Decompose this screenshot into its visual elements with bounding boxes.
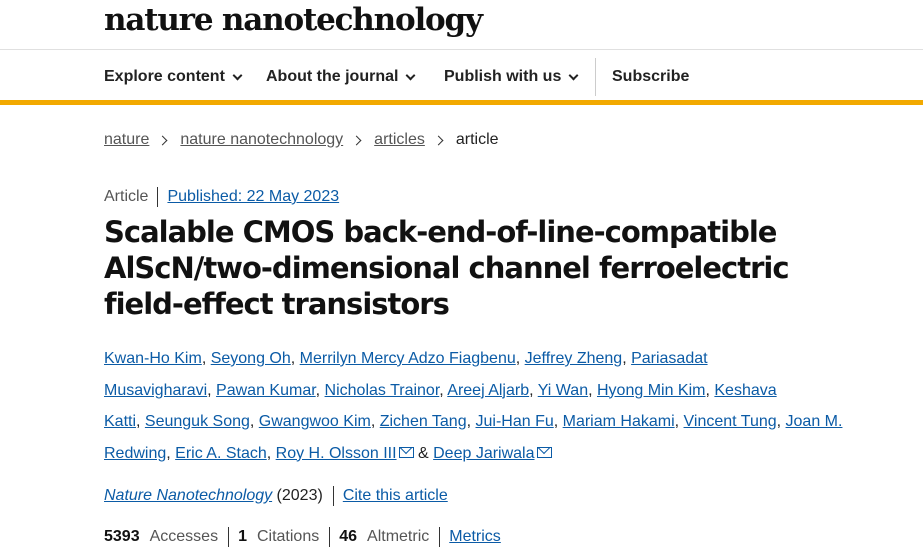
author-link[interactable]: Seunguk Song	[145, 413, 250, 430]
author-link[interactable]: Eric A. Stach	[175, 445, 267, 462]
chevron-down-icon	[568, 70, 579, 80]
nav-label: About the journal	[266, 68, 399, 85]
site-header: nature nanotechnology	[0, 0, 923, 50]
author-separator: ,	[776, 413, 786, 430]
author-link[interactable]: Hyong Min Kim	[597, 382, 705, 399]
article-type: Article	[104, 188, 149, 205]
author-list: Kwan-Ho Kim, Seyong Oh, Merrilyn Mercy A…	[104, 343, 864, 469]
divider	[329, 527, 331, 547]
accesses-label: Accesses	[149, 528, 219, 545]
citations-label: Citations	[256, 528, 320, 545]
chevron-down-icon	[405, 70, 416, 80]
divider	[439, 527, 441, 547]
breadcrumb-current: article	[455, 131, 499, 148]
article-title: Scalable CMOS back-end-of-line-compatibl…	[104, 215, 790, 321]
author-separator: ,	[249, 413, 259, 430]
metrics-link[interactable]: Metrics	[449, 528, 501, 546]
author-link[interactable]: Pawan Kumar	[216, 382, 316, 399]
author-separator: ,	[136, 413, 145, 430]
nav-about-journal[interactable]: About the journal	[266, 68, 416, 86]
publication-year: (2023)	[272, 487, 323, 504]
article-metrics: 5393 Accesses 1 Citations 46 Altmetric M…	[104, 527, 501, 547]
journal-logo[interactable]: nature nanotechnology	[104, 2, 483, 38]
author-link[interactable]: Gwangwoo Kim	[259, 413, 371, 430]
journal-name-link[interactable]: Nature Nanotechnology	[104, 487, 272, 505]
breadcrumb-journal[interactable]: nature nanotechnology	[180, 131, 343, 149]
subscribe-link[interactable]: Subscribe	[612, 68, 689, 86]
author-link[interactable]: Merrilyn Mercy Adzo Fiagbenu	[300, 350, 516, 367]
divider	[332, 486, 334, 506]
author-separator: ,	[315, 381, 325, 399]
author-separator: ,	[290, 350, 300, 367]
nav-publish-with-us[interactable]: Publish with us	[444, 68, 579, 86]
author-link[interactable]: Deep Jariwala	[433, 445, 534, 462]
author-link[interactable]: Seyong Oh	[211, 350, 291, 367]
author-link[interactable]: Roy H. Olsson III	[276, 445, 397, 462]
nav-divider	[595, 58, 596, 96]
published-date-link[interactable]: Published: 22 May 2023	[167, 188, 339, 206]
author-and: &	[413, 444, 434, 462]
envelope-icon[interactable]	[398, 446, 414, 458]
nav-label: Publish with us	[444, 68, 562, 85]
breadcrumb-nature[interactable]: nature	[104, 131, 149, 149]
author-separator: ,	[515, 350, 525, 367]
author-link[interactable]: Jeffrey Zheng	[525, 350, 623, 367]
author-link[interactable]: Zichen Tang	[380, 413, 467, 430]
chevron-right-icon	[157, 135, 168, 145]
author-link[interactable]: Jui-Han Fu	[475, 413, 553, 430]
author-link[interactable]: Kwan-Ho Kim	[104, 350, 202, 367]
author-link[interactable]: Yi Wan	[538, 382, 588, 399]
breadcrumb: nature nature nanotechnology articles ar…	[104, 131, 499, 149]
author-separator: ,	[622, 350, 632, 367]
author-separator: ,	[529, 381, 538, 399]
author-separator: ,	[674, 413, 684, 430]
citation-line: Nature Nanotechnology (2023) Cite this a…	[104, 486, 448, 506]
author-link[interactable]: Nicholas Trainor	[325, 382, 440, 399]
article-meta: Article Published: 22 May 2023	[104, 187, 339, 207]
chevron-right-icon	[433, 135, 444, 145]
nav-explore-content[interactable]: Explore content	[104, 68, 243, 86]
chevron-right-icon	[351, 135, 362, 145]
accesses-count: 5393	[104, 528, 140, 545]
main-nav: Explore content About the journal Publis…	[0, 50, 923, 105]
envelope-icon[interactable]	[536, 446, 552, 458]
author-separator: ,	[166, 444, 176, 462]
altmetric-score: 46	[339, 528, 358, 545]
author-separator: ,	[201, 350, 211, 367]
divider	[228, 527, 230, 547]
divider	[157, 187, 159, 207]
nav-label: Explore content	[104, 68, 225, 85]
author-separator: ,	[370, 413, 380, 430]
citations-count: 1	[238, 528, 247, 545]
chevron-down-icon	[232, 70, 243, 80]
author-separator: ,	[207, 381, 217, 399]
altmetric-label: Altmetric	[367, 528, 430, 545]
author-link[interactable]: Mariam Hakami	[563, 413, 675, 430]
author-separator: ,	[266, 444, 276, 462]
author-link[interactable]: Vincent Tung	[684, 413, 777, 430]
author-separator: ,	[588, 381, 597, 399]
author-link[interactable]: Areej Aljarb	[447, 382, 529, 399]
author-separator: ,	[553, 413, 563, 430]
cite-this-article-link[interactable]: Cite this article	[343, 487, 448, 505]
breadcrumb-articles[interactable]: articles	[374, 131, 425, 149]
